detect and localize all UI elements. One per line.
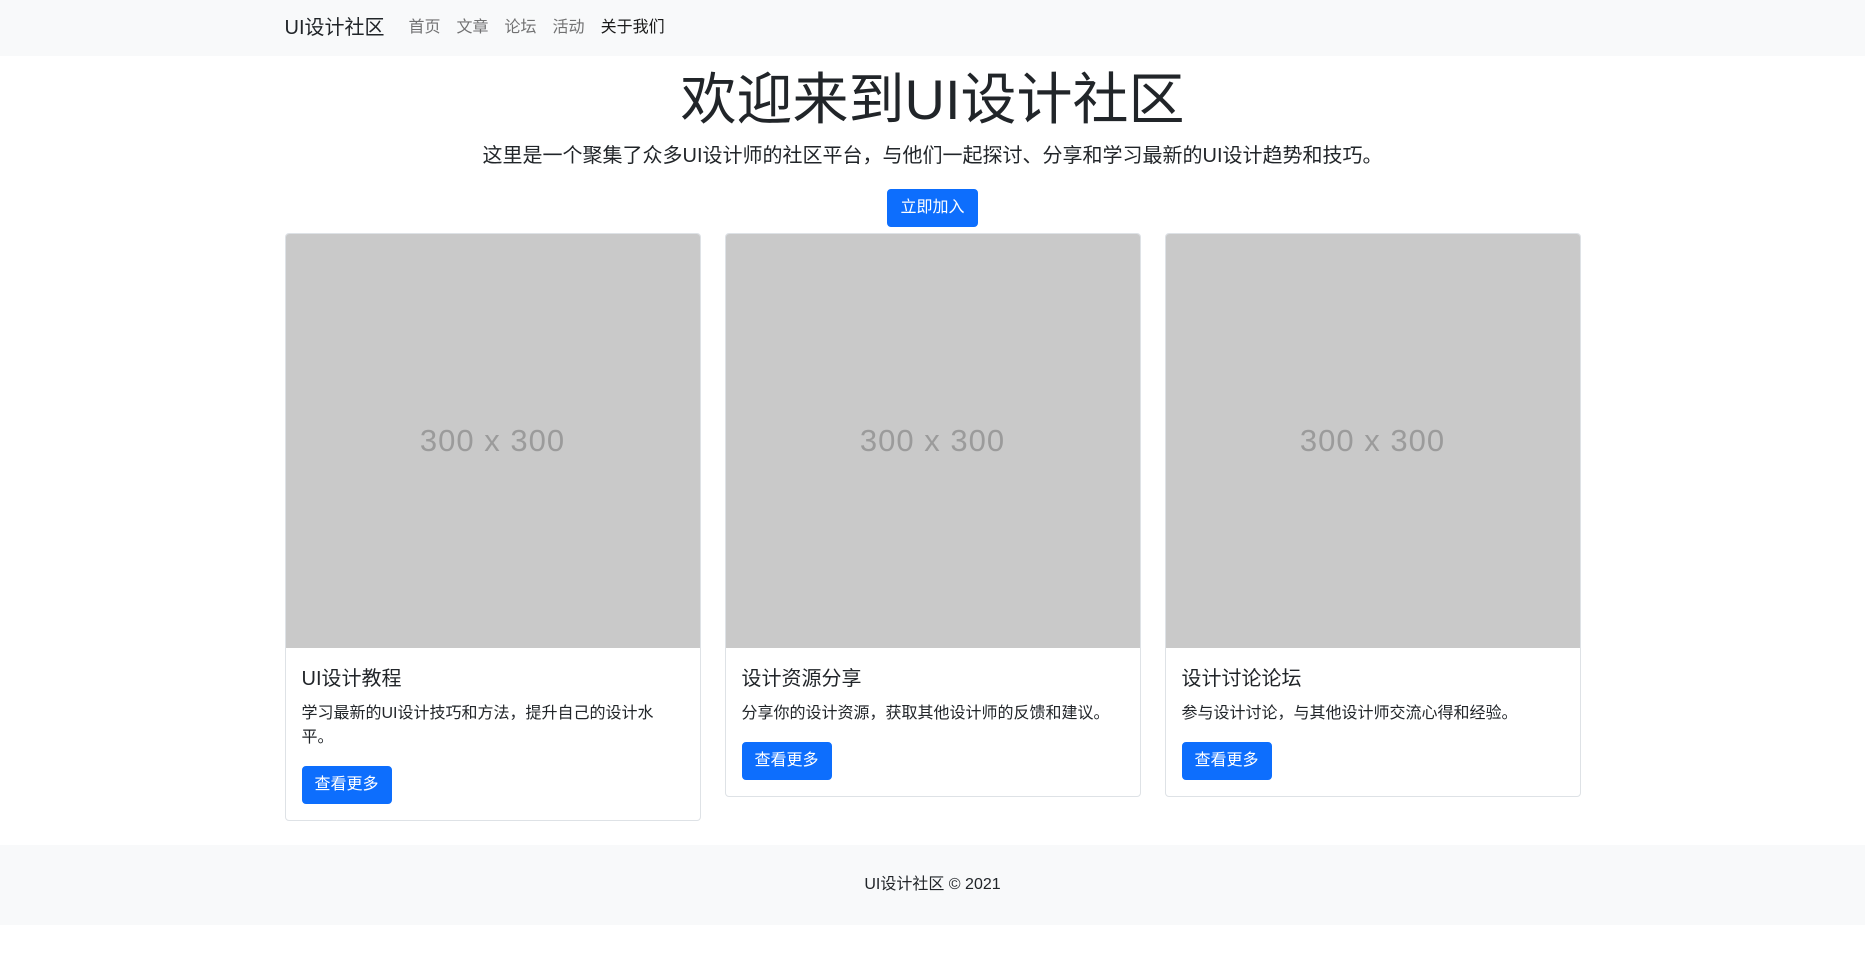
card-title: 设计资源分享	[742, 664, 1124, 694]
nav-item-activities[interactable]: 活动	[545, 8, 593, 48]
brand-logo[interactable]: UI设计社区	[285, 13, 385, 43]
nav-item-home[interactable]: 首页	[401, 8, 449, 48]
card-title: UI设计教程	[302, 664, 684, 694]
page-title: 欢迎来到UI设计社区	[0, 66, 1865, 133]
card-description: 分享你的设计资源，获取其他设计师的反馈和建议。	[742, 702, 1124, 726]
nav-item-articles[interactable]: 文章	[449, 8, 497, 48]
page-footer: UI设计社区 © 2021	[0, 845, 1865, 925]
placeholder-image: 300 x 300	[286, 234, 700, 648]
card-design-forum: 300 x 300 设计讨论论坛 参与设计讨论，与其他设计师交流心得和经验。 查…	[1165, 233, 1581, 797]
footer-copyright: UI设计社区 © 2021	[0, 873, 1865, 897]
hero-section: 欢迎来到UI设计社区 这里是一个聚集了众多UI设计师的社区平台，与他们一起探讨、…	[0, 56, 1865, 231]
card-body: 设计资源分享 分享你的设计资源，获取其他设计师的反馈和建议。 查看更多	[726, 648, 1140, 796]
feature-cards-row: 300 x 300 UI设计教程 学习最新的UI设计技巧和方法，提升自己的设计水…	[285, 233, 1581, 821]
card-ui-tutorials: 300 x 300 UI设计教程 学习最新的UI设计技巧和方法，提升自己的设计水…	[285, 233, 701, 821]
join-now-button[interactable]: 立即加入	[887, 189, 977, 227]
nav-item-about[interactable]: 关于我们	[593, 8, 673, 48]
main-nav: 首页 文章 论坛 活动 关于我们	[401, 8, 673, 48]
card-body: 设计讨论论坛 参与设计讨论，与其他设计师交流心得和经验。 查看更多	[1166, 648, 1580, 796]
card-title: 设计讨论论坛	[1182, 664, 1564, 694]
placeholder-image: 300 x 300	[726, 234, 1140, 648]
hero-subtitle: 这里是一个聚集了众多UI设计师的社区平台，与他们一起探讨、分享和学习最新的UI设…	[0, 141, 1865, 171]
card-description: 学习最新的UI设计技巧和方法，提升自己的设计水平。	[302, 702, 684, 750]
card-design-resources: 300 x 300 设计资源分享 分享你的设计资源，获取其他设计师的反馈和建议。…	[725, 233, 1141, 797]
view-more-button[interactable]: 查看更多	[742, 742, 832, 780]
placeholder-image: 300 x 300	[1166, 234, 1580, 648]
view-more-button[interactable]: 查看更多	[302, 766, 392, 804]
card-body: UI设计教程 学习最新的UI设计技巧和方法，提升自己的设计水平。 查看更多	[286, 648, 700, 820]
nav-item-forum[interactable]: 论坛	[497, 8, 545, 48]
card-description: 参与设计讨论，与其他设计师交流心得和经验。	[1182, 702, 1564, 726]
view-more-button[interactable]: 查看更多	[1182, 742, 1272, 780]
top-navbar: UI设计社区 首页 文章 论坛 活动 关于我们	[0, 0, 1865, 56]
main-content: 300 x 300 UI设计教程 学习最新的UI设计技巧和方法，提升自己的设计水…	[273, 233, 1593, 821]
